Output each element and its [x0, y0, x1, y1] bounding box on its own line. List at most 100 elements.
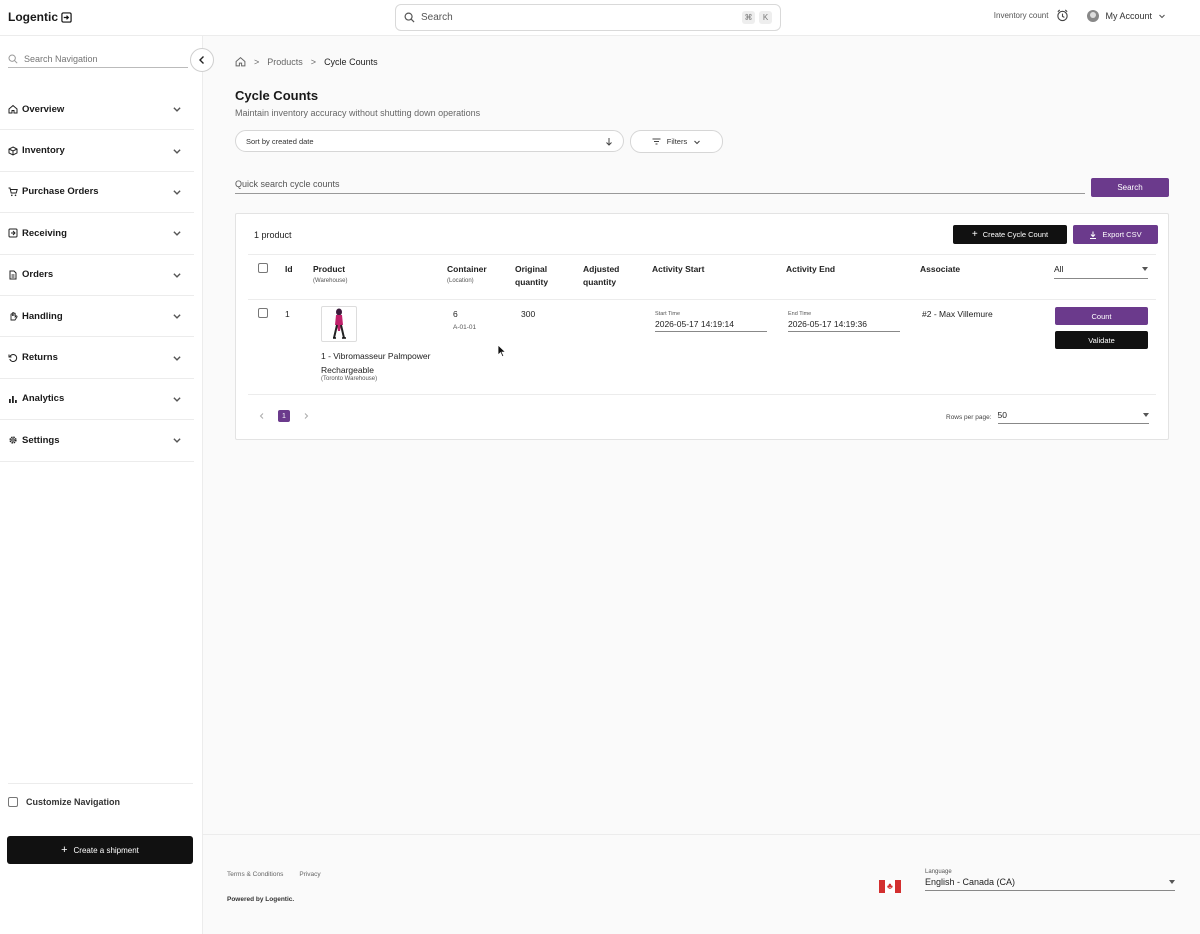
mouse-cursor-icon — [497, 344, 507, 358]
rows-per-page: Rows per page: 50 — [946, 410, 1149, 424]
quick-search-placeholder: Quick search cycle counts — [235, 179, 340, 189]
sidebar-item-label: Purchase Orders — [22, 186, 99, 198]
chevron-down-icon — [173, 148, 181, 154]
language-caption: Language — [925, 869, 952, 875]
start-time-value: 2026-05-17 14:19:14 — [655, 319, 734, 329]
logo[interactable]: Logentic — [8, 10, 72, 24]
rows-per-page-value: 50 — [997, 410, 1007, 420]
sidebar-item-inventory[interactable]: Inventory — [0, 130, 194, 172]
box-icon — [8, 146, 18, 156]
column-header-original-quantity[interactable]: Original quantity — [515, 263, 548, 289]
breadcrumb-separator: > — [254, 56, 260, 67]
product-warehouse: (Toronto Warehouse) — [321, 376, 378, 382]
top-bar: Logentic Search ⌘ K Inventory count My A… — [0, 0, 1200, 36]
status-filter-value: All — [1054, 264, 1064, 274]
language-select[interactable]: Language English - Canada (CA) — [925, 869, 1175, 891]
breadcrumb-current: Cycle Counts — [324, 56, 378, 67]
filters-label: Filters — [666, 137, 688, 146]
rows-per-page-label: Rows per page: — [946, 413, 992, 421]
chevron-down-icon — [173, 273, 181, 278]
status-filter-select[interactable]: All — [1054, 264, 1148, 279]
inventory-count-link[interactable]: Inventory count — [994, 11, 1049, 20]
result-count: 1 product — [254, 230, 292, 240]
product-name[interactable]: 1 - Vibromasseur Palmpower Rechargeable — [321, 350, 446, 377]
column-header-adjusted-line2: quantity — [583, 277, 617, 287]
column-header-activity-start[interactable]: Activity Start — [652, 263, 704, 276]
avatar — [1087, 9, 1100, 22]
sidebar-item-settings[interactable]: Settings — [0, 420, 194, 462]
cart-icon — [8, 187, 18, 197]
create-cycle-count-button[interactable]: + Create Cycle Count — [953, 225, 1067, 244]
chevron-left-icon — [199, 56, 204, 64]
count-button[interactable]: Count — [1055, 307, 1148, 325]
alarm-clock-icon[interactable] — [1056, 9, 1069, 22]
sidebar-item-label: Settings — [22, 434, 60, 446]
column-header-product[interactable]: Product (Warehouse) — [313, 263, 347, 286]
sidebar: Overview Inventory Purchase Orders Recei… — [0, 36, 214, 934]
quick-search-input[interactable]: Quick search cycle counts — [235, 179, 1085, 194]
sidebar-item-returns[interactable]: Returns — [0, 337, 194, 379]
column-header-id[interactable]: Id — [285, 263, 293, 276]
sidebar-item-analytics[interactable]: Analytics — [0, 379, 194, 421]
breadcrumb-products[interactable]: Products — [267, 57, 303, 67]
product-thumbnail[interactable] — [321, 306, 357, 342]
create-shipment-button[interactable]: + Create a shipment — [7, 836, 193, 864]
global-search[interactable]: Search ⌘ K — [395, 4, 781, 31]
chevron-left-icon[interactable] — [258, 412, 266, 420]
privacy-link[interactable]: Privacy — [299, 871, 320, 878]
customize-navigation[interactable]: Customize Navigation — [8, 783, 193, 807]
receive-icon — [8, 228, 18, 238]
filters-button[interactable]: Filters — [630, 130, 723, 153]
search-button[interactable]: Search — [1091, 178, 1169, 197]
account-menu[interactable]: My Account — [1087, 9, 1166, 22]
caret-down-icon — [1169, 880, 1175, 884]
validate-button[interactable]: Validate — [1055, 331, 1148, 349]
select-all-checkbox[interactable] — [258, 263, 268, 273]
page-button-current[interactable]: 1 — [278, 410, 290, 422]
container-id: 6 — [453, 309, 458, 319]
column-header-associate[interactable]: Associate — [920, 263, 960, 276]
terms-link[interactable]: Terms & Conditions — [227, 871, 283, 878]
chevron-down-icon — [173, 231, 181, 237]
sidebar-item-orders[interactable]: Orders — [0, 255, 194, 296]
sidebar-item-purchase-orders[interactable]: Purchase Orders — [0, 172, 194, 214]
app-name: Logentic — [8, 10, 58, 24]
customize-navigation-label: Customize Navigation — [26, 797, 121, 807]
home-icon[interactable] — [235, 56, 246, 67]
collapse-sidebar-button[interactable] — [190, 48, 214, 72]
column-header-product-label: Product — [313, 264, 346, 274]
plus-icon: + — [61, 844, 68, 856]
chevron-down-icon — [173, 314, 181, 319]
language-value: English - Canada (CA) — [925, 877, 1016, 887]
customize-navigation-checkbox[interactable] — [8, 797, 18, 807]
row-checkbox[interactable] — [258, 308, 268, 318]
sidebar-item-handling[interactable]: Handling — [0, 296, 194, 338]
associate-name: #2 - Max Villemure — [922, 309, 993, 319]
end-time-caption: End Time — [788, 311, 812, 317]
sidebar-item-receiving[interactable]: Receiving — [0, 213, 194, 255]
sort-select[interactable]: Sort by created date — [235, 130, 624, 152]
column-header-activity-end[interactable]: Activity End — [786, 263, 835, 276]
divider — [248, 394, 1156, 395]
column-header-container[interactable]: Container (Location) — [447, 263, 487, 286]
sidebar-item-label: Analytics — [22, 393, 65, 405]
rows-per-page-select[interactable]: 50 — [997, 410, 1149, 424]
chevron-right-icon[interactable] — [302, 412, 310, 420]
chevron-down-icon — [173, 355, 181, 361]
column-header-adjusted-quantity[interactable]: Adjusted quantity — [583, 263, 619, 289]
nav-search-input[interactable] — [24, 54, 184, 64]
end-time-field[interactable]: End Time 2026-05-17 14:19:36 — [788, 311, 900, 332]
start-time-field[interactable]: Start Time 2026-05-17 14:19:14 — [655, 311, 767, 332]
k-key: K — [759, 11, 772, 24]
export-csv-button[interactable]: Export CSV — [1073, 225, 1158, 244]
column-header-original-line1: Original — [515, 264, 548, 274]
sidebar-item-overview[interactable]: Overview — [0, 89, 194, 131]
nav-search[interactable] — [8, 54, 188, 68]
gear-icon — [9, 436, 17, 444]
sidebar-item-label: Receiving — [22, 227, 67, 239]
page-subtitle: Maintain inventory accuracy without shut… — [235, 108, 481, 118]
keyboard-shortcut: ⌘ K — [742, 11, 772, 24]
sidebar-item-label: Handling — [22, 310, 63, 322]
chevron-down-icon — [694, 140, 701, 144]
search-icon — [8, 54, 18, 64]
